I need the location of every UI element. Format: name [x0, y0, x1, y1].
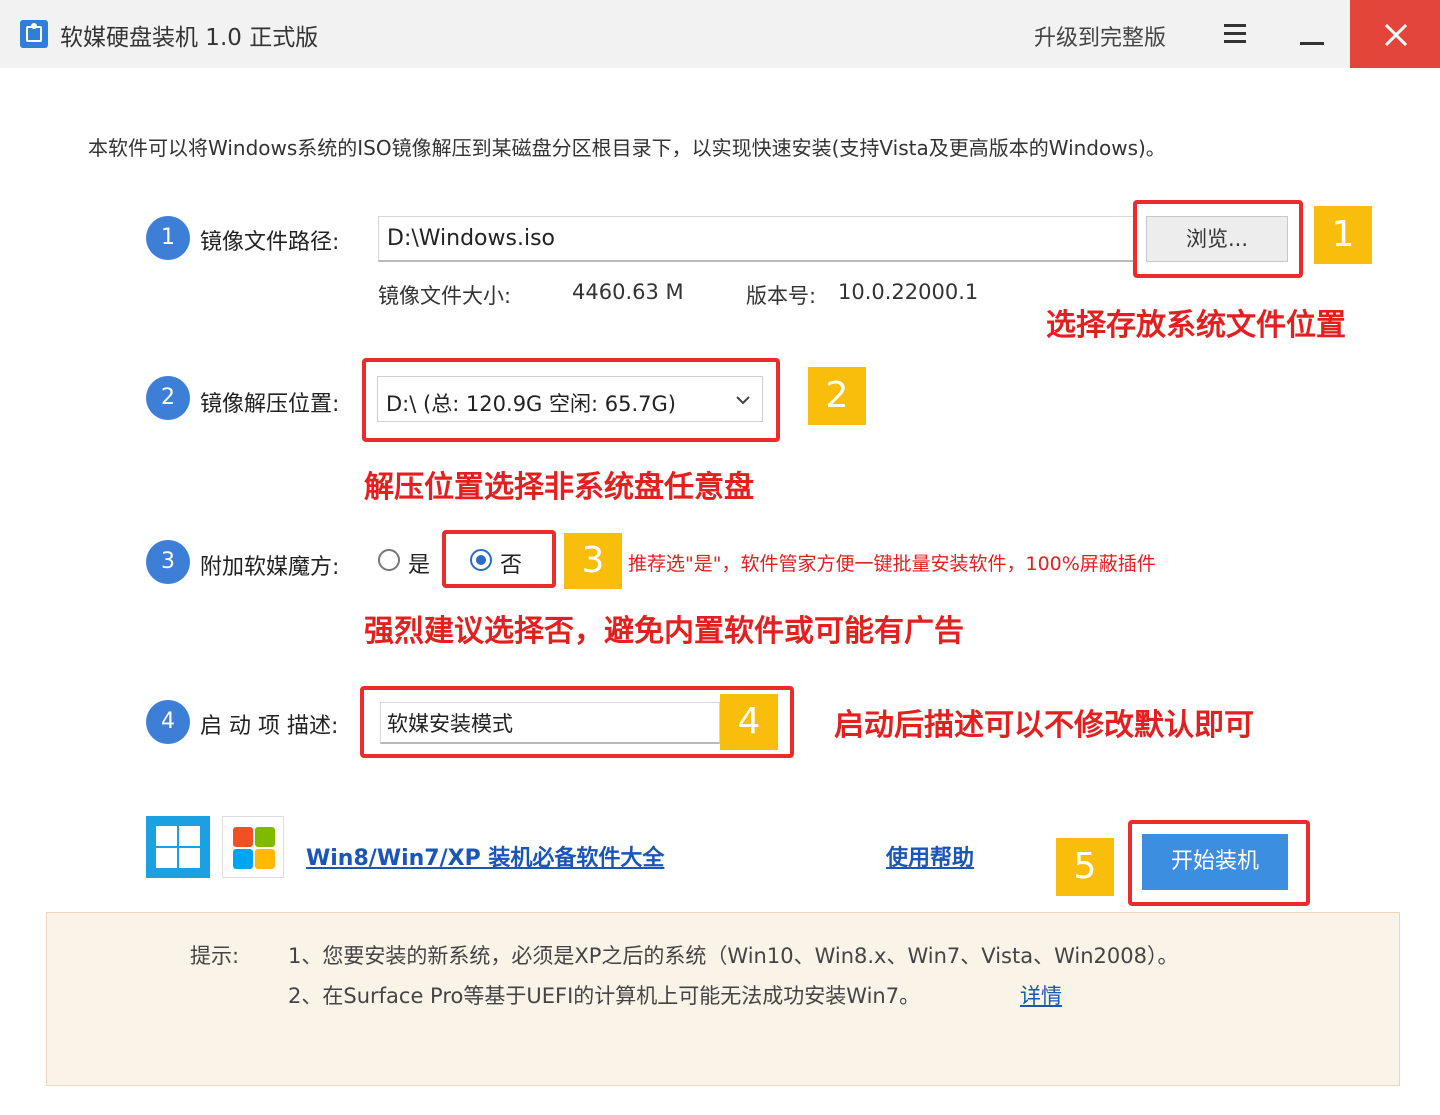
annotation-note-4: 启动后描述可以不修改默认即可	[834, 708, 1254, 743]
app-logo-dot	[31, 23, 37, 29]
help-link[interactable]: 使用帮助	[886, 840, 974, 872]
version-value: 10.0.22000.1	[838, 280, 979, 304]
annotation-note-3: 强烈建议选择否，避免内置软件或可能有广告	[364, 614, 964, 649]
minimize-icon[interactable]	[1290, 14, 1334, 54]
addon-yes-radio[interactable]	[378, 549, 400, 571]
annotation-tag-3: 3	[564, 533, 622, 589]
extract-location-label: 镜像解压位置:	[200, 392, 340, 417]
step-3-badge: 3	[146, 540, 190, 584]
tips-label: 提示:	[190, 944, 240, 968]
win7-pane	[233, 827, 253, 847]
addon-no-radio[interactable]	[470, 549, 492, 571]
extract-location-select[interactable]: D:\ (总: 120.9G 空闲: 65.7G)	[377, 376, 763, 422]
annotation-tag-2: 2	[808, 367, 866, 425]
win8-pane	[156, 848, 177, 868]
win8-pane	[179, 826, 200, 846]
boot-description-input[interactable]	[380, 702, 720, 744]
tip-line-1: 1、您要安装的新系统，必须是XP之后的系统（Win10、Win8.x、Win7、…	[288, 944, 1179, 968]
app-description: 本软件可以将Windows系统的ISO镜像解压到某磁盘分区根目录下，以实现快速安…	[88, 136, 1166, 160]
win8-pane	[179, 848, 200, 868]
version-label: 版本号:	[746, 284, 817, 308]
app-logo-icon	[20, 20, 48, 48]
details-link[interactable]: 详情	[1020, 980, 1062, 1010]
menu-bar	[1224, 24, 1246, 27]
hamburger-menu-icon[interactable]	[1218, 18, 1252, 50]
addon-recommend-text: 推荐选"是"，软件管家方便一键批量安装软件，100%屏蔽插件	[628, 553, 1156, 575]
image-size-label: 镜像文件大小:	[378, 284, 512, 308]
menu-bar	[1224, 32, 1246, 35]
step-1-badge: 1	[146, 216, 190, 260]
software-collection-link[interactable]: Win8/Win7/XP 装机必备软件大全	[306, 840, 664, 872]
step-4-badge: 4	[146, 700, 190, 744]
win7-pane	[233, 849, 253, 869]
window-title: 软媒硬盘装机 1.0 正式版	[60, 25, 319, 51]
boot-description-label: 启 动 项 描述:	[200, 714, 339, 739]
image-path-input[interactable]	[378, 216, 1135, 262]
menu-bar	[1224, 40, 1246, 43]
addon-yes-label[interactable]: 是	[408, 547, 430, 579]
close-button[interactable]	[1350, 0, 1440, 68]
addon-no-label[interactable]: 否	[500, 547, 522, 579]
annotation-tag-1: 1	[1314, 206, 1372, 264]
annotation-note-1: 选择存放系统文件位置	[1046, 308, 1346, 343]
annotation-note-2: 解压位置选择非系统盘任意盘	[364, 470, 754, 505]
win7-pane	[255, 849, 275, 869]
close-icon	[1384, 23, 1408, 47]
image-path-label: 镜像文件路径:	[200, 230, 340, 255]
win8-pane	[156, 826, 177, 846]
title-bar: 软媒硬盘装机 1.0 正式版 升级到完整版	[0, 0, 1440, 68]
annotation-tag-4: 4	[720, 694, 778, 750]
tip-line-2: 2、在Surface Pro等基于UEFI的计算机上可能无法成功安装Win7。	[288, 984, 921, 1008]
browse-button[interactable]: 浏览...	[1146, 216, 1288, 262]
chevron-down-icon	[736, 396, 750, 405]
image-size-value: 4460.63 M	[572, 280, 684, 304]
minimize-bar	[1300, 42, 1324, 45]
highlight-box-3	[442, 530, 556, 588]
windows8-logo-icon	[146, 816, 210, 878]
upgrade-link[interactable]: 升级到完整版	[1034, 20, 1166, 52]
win7-pane	[255, 827, 275, 847]
extract-location-value: D:\ (总: 120.9G 空闲: 65.7G)	[386, 392, 676, 416]
addon-label: 附加软媒魔方:	[200, 555, 340, 580]
annotation-tag-5: 5	[1056, 838, 1114, 896]
start-install-button[interactable]: 开始装机	[1142, 834, 1288, 890]
step-2-badge: 2	[146, 376, 190, 420]
windows7-logo-icon	[222, 816, 284, 878]
